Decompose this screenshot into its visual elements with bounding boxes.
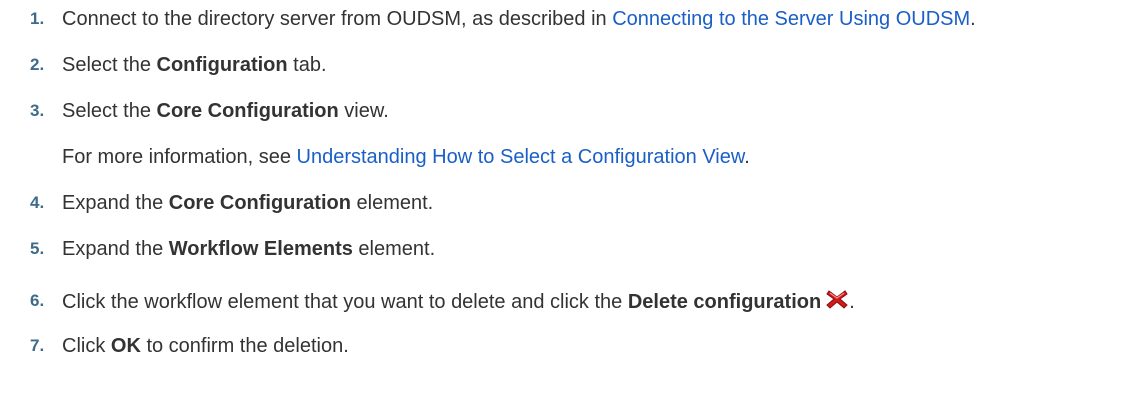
step-5: 5. Expand the Workflow Elements element. [30, 236, 1125, 262]
step-text: Connect to the directory server from OUD… [62, 8, 613, 30]
step-number: 7. [30, 336, 45, 355]
step-number: 6. [30, 291, 45, 310]
step-text: Select the [62, 100, 157, 122]
step-3: 3. Select the Core Configuration view. [30, 98, 1125, 124]
step-number: 1. [30, 9, 45, 28]
configuration-view-link[interactable]: Understanding How to Select a Configurat… [297, 146, 745, 168]
step-number: 5. [30, 239, 45, 258]
step-number: 2. [30, 55, 45, 74]
step-text-end: . [970, 8, 976, 30]
step-text-end: element. [350, 192, 434, 214]
step-text-end: tab. [287, 54, 327, 76]
step-text: Select the [62, 54, 157, 76]
step-bold: OK [110, 335, 141, 357]
step-text-end: . [849, 291, 855, 313]
step-3-note: For more information, see Understanding … [30, 144, 1125, 170]
step-number: 3. [30, 101, 45, 120]
step-text-end: to confirm the deletion. [140, 335, 349, 357]
step-text-end: view. [338, 100, 389, 122]
procedure-steps: 1. Connect to the directory server from … [30, 6, 1125, 359]
step-bold: Workflow Elements [168, 238, 353, 260]
step-bold: Core Configuration [168, 192, 351, 214]
step-bold: Configuration [156, 54, 288, 76]
step-text-end: element. [352, 238, 436, 260]
step-7: 7. Click OK to confirm the deletion. [30, 333, 1125, 359]
note-text: For more information, see [62, 146, 297, 168]
step-text: Expand the [62, 238, 169, 260]
step-text: Click [62, 335, 111, 357]
step-1: 1. Connect to the directory server from … [30, 6, 1125, 32]
step-number: 4. [30, 193, 45, 212]
step-text: Click the workflow element that you want… [62, 291, 628, 313]
delete-x-icon[interactable] [825, 288, 849, 310]
step-4: 4. Expand the Core Configuration element… [30, 190, 1125, 216]
step-2: 2. Select the Configuration tab. [30, 52, 1125, 78]
note-text-end: . [744, 146, 750, 168]
step-bold: Core Configuration [156, 100, 339, 122]
connecting-to-server-link[interactable]: Connecting to the Server Using OUDSM [612, 8, 970, 30]
step-text: Expand the [62, 192, 169, 214]
step-6: 6. Click the workflow element that you w… [30, 288, 1125, 315]
step-bold: Delete configuration [627, 291, 822, 313]
